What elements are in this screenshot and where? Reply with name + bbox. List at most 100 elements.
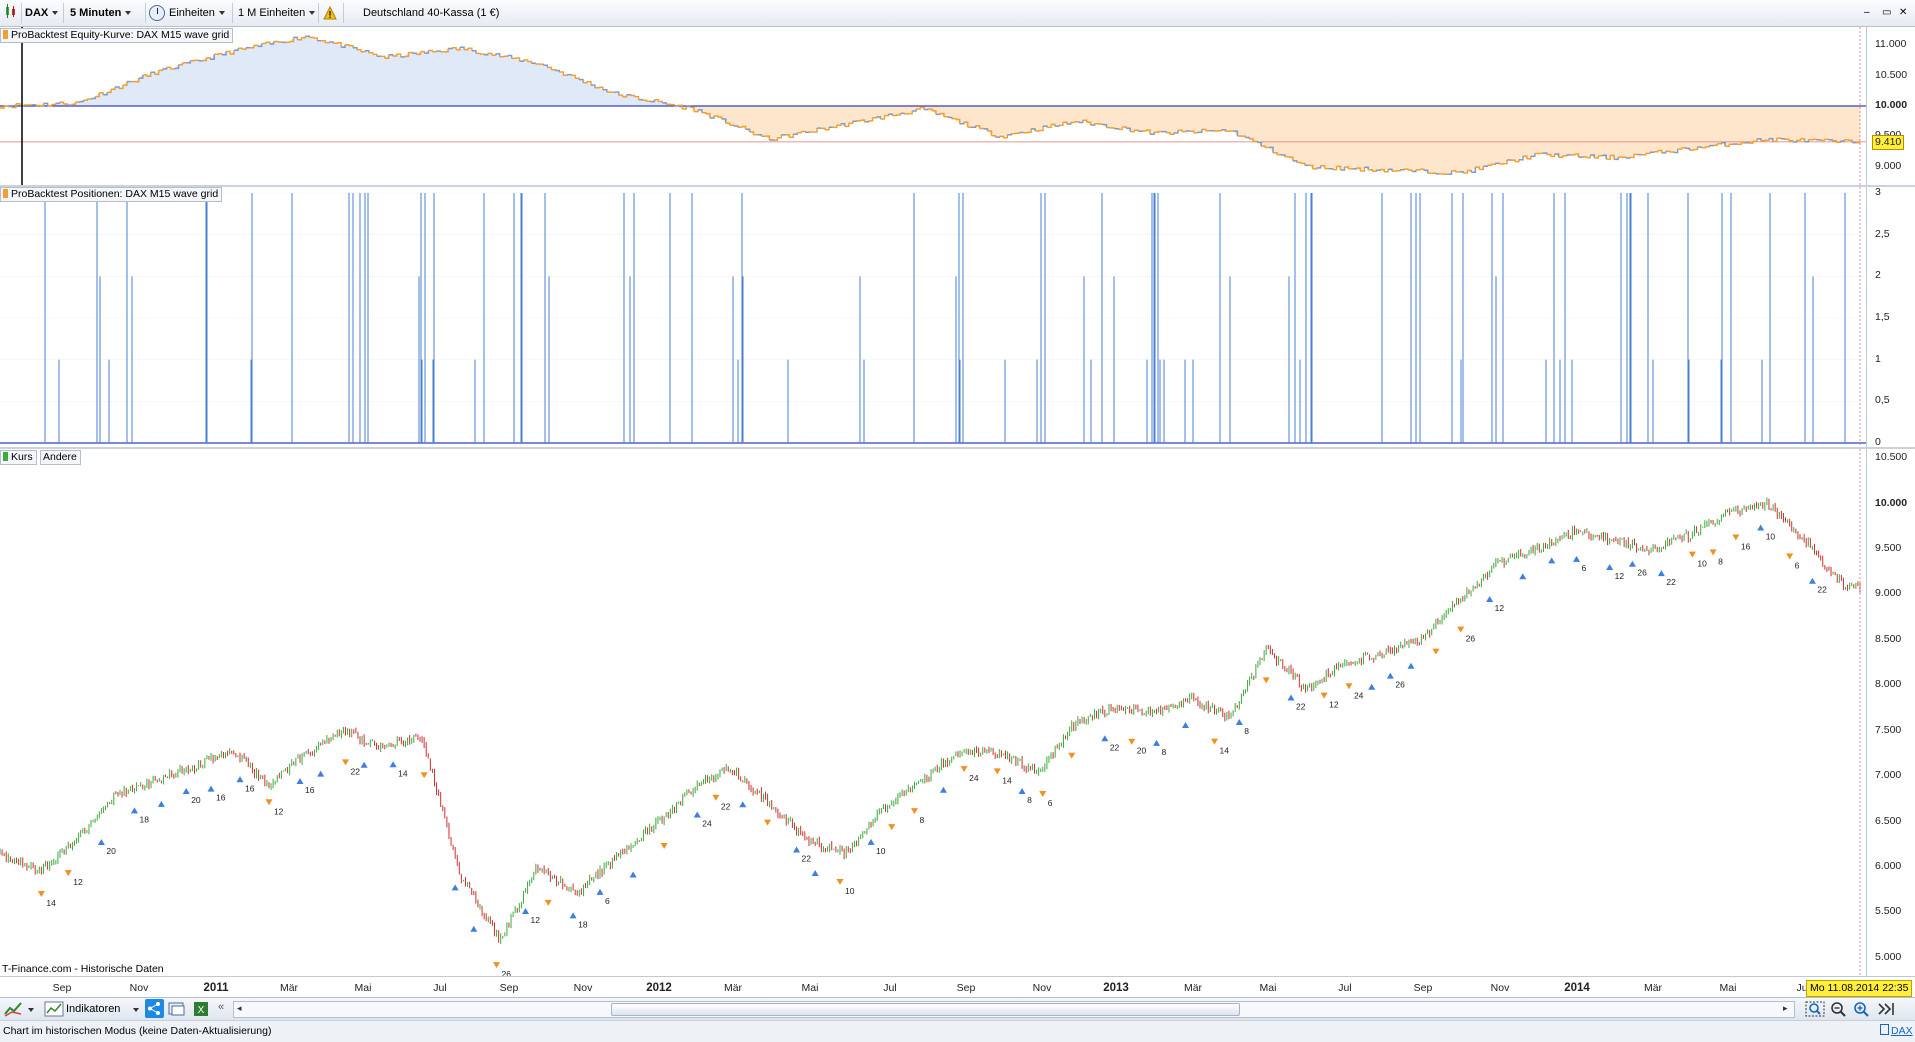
positions-axis-label: 1,5 (1875, 311, 1890, 323)
chevron-down-icon[interactable] (133, 1004, 139, 1016)
restore-button[interactable]: ▭ (1882, 3, 1891, 23)
equity-step (1543, 153, 1547, 155)
scroll-right-icon[interactable]: ▸ (1783, 1003, 1788, 1014)
indicator-chart-icon (44, 1001, 64, 1017)
equity-step (1622, 157, 1626, 158)
trade-marker: 22 (712, 795, 730, 812)
scroll-left-icon[interactable]: ◂ (237, 1003, 242, 1014)
trade-marker: 6 (597, 889, 611, 906)
units-count-selector[interactable]: 1 M Einheiten (238, 3, 315, 23)
price-chart[interactable]: 1412201820161612162214261218624222210108… (0, 449, 1866, 976)
arrow-down-icon (1263, 677, 1270, 683)
symbol-selector[interactable]: DAX (25, 3, 58, 23)
symbol-label: DAX (25, 7, 48, 19)
price-panel-other: Andere (43, 451, 77, 463)
arrow-up-icon (1019, 788, 1026, 794)
positions-panel-label[interactable]: ProBacktest Positionen: DAX M15 wave gri… (0, 187, 222, 202)
arrow-up-icon (1757, 525, 1764, 531)
equity-step (1182, 131, 1186, 132)
equity-step (83, 99, 87, 100)
equity-step (1110, 128, 1114, 129)
equity-step (892, 115, 896, 116)
equity-step (1582, 157, 1586, 158)
equity-step (1785, 139, 1789, 140)
dax-link[interactable]: DAX (1880, 1024, 1913, 1037)
equity-step (1777, 138, 1781, 139)
price-axis-label: 6.500 (1875, 815, 1901, 827)
equity-step (111, 87, 115, 89)
trade-label: 26 (502, 969, 512, 976)
share-icon[interactable] (145, 999, 164, 1018)
zoom-fit-icon[interactable] (1805, 1000, 1825, 1021)
screenshot-icon[interactable] (168, 1000, 186, 1021)
equity-axis-label: 10.500 (1875, 69, 1907, 81)
price-y-axis[interactable]: 10.50010.0009.5009.0008.5008.0007.5007.0… (1866, 449, 1915, 976)
arrow-down-icon (1786, 554, 1793, 560)
equity-step (853, 121, 857, 122)
export-excel-icon[interactable]: X (192, 1000, 210, 1021)
equity-step (686, 107, 690, 108)
drawing-tools-icon[interactable] (3, 1000, 25, 1021)
arrow-up-icon (868, 839, 875, 845)
equity-step (1233, 131, 1237, 136)
chart-type-icon[interactable] (4, 3, 18, 23)
scroll-to-end-icon[interactable] (1876, 1000, 1898, 1021)
timeframe-selector[interactable]: 5 Minuten (70, 3, 131, 23)
equity-step (1194, 132, 1198, 133)
arrow-up-icon (1101, 735, 1108, 741)
arrow-down-icon (421, 772, 428, 778)
x-axis-month-label: Sep (500, 982, 519, 994)
trade-marker: 24 (694, 812, 712, 829)
equity-axis-label: 11.000 (1875, 38, 1906, 50)
equity-step (718, 117, 722, 119)
arrow-down-icon (961, 766, 968, 772)
price-axis-label: 7.500 (1875, 724, 1901, 736)
equity-y-axis[interactable]: 11.00010.50010.0009.5009.0009.410 (1866, 27, 1915, 185)
price-axis-label: 8.000 (1875, 678, 1901, 690)
equity-step (71, 102, 75, 104)
arrow-down-icon (265, 799, 272, 805)
equity-step (1289, 157, 1293, 161)
equity-curve-chart[interactable] (0, 27, 1866, 185)
chevron-down-icon[interactable] (28, 1004, 34, 1016)
scroll-left-double-icon[interactable]: « (218, 1001, 224, 1013)
trade-marker: 20 (183, 788, 201, 805)
units-count-label: 1 M Einheiten (238, 7, 305, 19)
arrow-up-icon (940, 787, 947, 793)
equity-step (1408, 170, 1412, 171)
zoom-out-icon[interactable] (1829, 1000, 1847, 1021)
scrollbar-thumb[interactable] (611, 1003, 1240, 1016)
equity-step (325, 42, 329, 43)
chevron-down-icon (219, 11, 225, 15)
equity-step (401, 56, 405, 57)
warning-icon[interactable] (323, 3, 337, 23)
equity-step (87, 99, 91, 100)
price-panel-label-kurs[interactable]: Kurs (0, 450, 37, 465)
units-selector[interactable]: Einheiten (149, 3, 225, 23)
equity-panel-label[interactable]: ProBacktest Equity-Kurve: DAX M15 wave g… (0, 28, 233, 43)
status-text: Chart im historischen Modus (keine Daten… (3, 1025, 271, 1037)
equity-step (1166, 133, 1170, 135)
equity-step (309, 37, 313, 38)
horizontal-scrollbar[interactable]: ◂ ▸ (233, 1001, 1795, 1018)
equity-step (1329, 169, 1333, 170)
equity-step (1376, 170, 1380, 171)
close-icon[interactable]: ✕ (1899, 3, 1907, 23)
indicators-button[interactable]: Indikatoren (44, 999, 120, 1019)
trade-marker (470, 926, 477, 932)
zoom-in-icon[interactable] (1852, 1000, 1870, 1021)
chevron-down-icon (309, 11, 315, 15)
trade-marker (361, 762, 368, 768)
positions-chart[interactable] (0, 187, 1866, 447)
minimize-button[interactable]: – (1864, 3, 1870, 23)
price-panel-label-andere[interactable]: Andere (40, 450, 81, 465)
equity-step (1154, 132, 1158, 133)
equity-step (1670, 152, 1674, 153)
arrow-up-icon (131, 807, 138, 813)
time-axis[interactable]: SepNov2011MärMaiJulSepNov2012MärMaiJulSe… (0, 976, 1915, 998)
arrow-down-icon (1457, 627, 1464, 633)
equity-step (1666, 151, 1670, 152)
x-axis-month-label: Sep (957, 982, 976, 994)
positions-y-axis[interactable]: 32,521,510,50 (1866, 187, 1915, 447)
price-axis-label: 9.000 (1875, 587, 1901, 599)
